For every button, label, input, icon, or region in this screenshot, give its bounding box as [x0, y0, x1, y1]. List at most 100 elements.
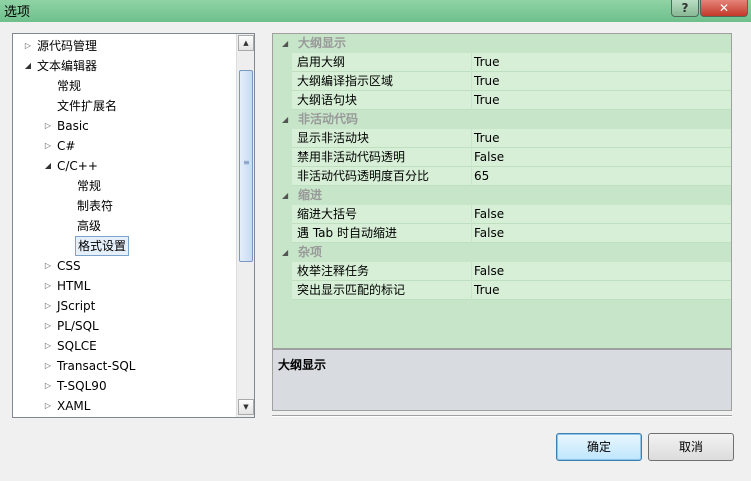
collapsed-arrow-icon[interactable]: ▷ — [43, 296, 53, 316]
collapsed-arrow-icon[interactable]: ▷ — [43, 316, 53, 336]
property-value[interactable]: True — [472, 281, 731, 300]
tree-node[interactable]: ▷ C# — [13, 136, 237, 156]
title-bar: 选项 ? ✕ — [0, 0, 751, 22]
separator — [272, 415, 732, 417]
close-button[interactable]: ✕ — [700, 0, 748, 17]
tree-node-label: Transact-SQL — [57, 359, 136, 373]
window-title: 选项 — [4, 5, 31, 20]
cancel-button[interactable]: 取消 — [648, 433, 734, 461]
tree-node[interactable]: ▷ CSS — [13, 256, 237, 276]
tree-node-label: 高级 — [77, 219, 102, 233]
scroll-down-button[interactable]: ▼ — [238, 399, 254, 415]
options-tree[interactable]: ▷ 源代码管理 ◢ 文本编辑器 常规 文件扩展名 ▷ Basic ▷ C# ◢ C/C++ 常规 制表符高… — [12, 33, 255, 418]
property-name: 枚举注释任务 — [292, 262, 471, 281]
property-row[interactable]: 启用大纲 True — [273, 53, 731, 72]
tree-node[interactable]: ◢ C/C++ — [13, 156, 237, 176]
property-name: 启用大纲 — [292, 53, 471, 72]
collapsed-arrow-icon[interactable]: ▷ — [43, 376, 53, 396]
description-panel: 大纲显示 — [272, 349, 732, 411]
tree-node-label: T-SQL90 — [57, 379, 107, 393]
help-icon: ? — [681, 1, 689, 15]
tree-node-label: HTML — [57, 279, 91, 293]
property-grid[interactable]: ◢ 大纲显示 启用大纲 True 大纲编译指示区域 True 大纲语句块 True ◢ 非活动代码… — [272, 33, 732, 349]
property-name: 禁用非活动代码透明 — [292, 148, 471, 167]
tree-node[interactable]: 制表符 — [13, 196, 237, 216]
tree-node-label: Basic — [57, 119, 89, 133]
grid-category[interactable]: ◢ 杂项 — [273, 243, 731, 262]
tree-node-label: 常规 — [57, 79, 82, 93]
collapsed-arrow-icon[interactable]: ▷ — [23, 36, 33, 56]
tree-node[interactable]: ▷ JScript — [13, 296, 237, 316]
property-value[interactable]: 65 — [472, 167, 731, 186]
tree-node-label: CSS — [57, 259, 81, 273]
tree-node-label: XAML — [57, 399, 91, 413]
property-row[interactable]: 显示非活动块 True — [273, 129, 731, 148]
category-label: 大纲显示 — [298, 36, 347, 50]
dialog-client: ▷ 源代码管理 ◢ 文本编辑器 常规 文件扩展名 ▷ Basic ▷ C# ◢ C/C++ 常规 制表符高… — [0, 22, 751, 481]
collapsed-arrow-icon[interactable]: ▷ — [43, 276, 53, 296]
property-row[interactable]: 禁用非活动代码透明 False — [273, 148, 731, 167]
tree-node[interactable]: ▷ 源代码管理 — [13, 36, 237, 56]
grid-category[interactable]: ◢ 大纲显示 — [273, 34, 731, 53]
tree-node[interactable]: 高级 — [13, 216, 237, 236]
tree-node[interactable]: 常规 — [13, 176, 237, 196]
property-row[interactable]: 大纲编译指示区域 True — [273, 72, 731, 91]
collapsed-arrow-icon[interactable]: ▷ — [43, 396, 53, 416]
property-row[interactable]: 大纲语句块 True — [273, 91, 731, 110]
tree-node[interactable]: ▷ HTML — [13, 276, 237, 296]
ok-button[interactable]: 确定 — [556, 433, 642, 461]
category-label: 非活动代码 — [298, 112, 359, 126]
collapsed-arrow-icon[interactable]: ▷ — [43, 136, 53, 156]
expanded-arrow-icon[interactable]: ◢ — [43, 156, 53, 176]
collapsed-arrow-icon[interactable]: ▷ — [43, 116, 53, 136]
scroll-down-icon: ▼ — [243, 403, 249, 411]
grid-category[interactable]: ◢ 非活动代码 — [273, 110, 731, 129]
collapsed-arrow-icon[interactable]: ▷ — [43, 256, 53, 276]
property-row[interactable]: 非活动代码透明度百分比 65 — [273, 167, 731, 186]
expanded-arrow-icon[interactable]: ◢ — [282, 34, 288, 53]
expanded-arrow-icon[interactable]: ◢ — [282, 110, 288, 129]
property-value[interactable]: False — [472, 262, 731, 281]
expanded-arrow-icon[interactable]: ◢ — [23, 56, 33, 76]
tree-node-label: 文件扩展名 — [57, 99, 118, 113]
tree-node[interactable]: ▷ Basic — [13, 116, 237, 136]
tree-node[interactable]: 格式设置 — [13, 236, 237, 256]
tree-node-label: 文本编辑器 — [37, 59, 98, 73]
property-row[interactable]: 遇 Tab 时自动缩进 False — [273, 224, 731, 243]
tree-node-label: 格式设置 — [75, 236, 130, 256]
expanded-arrow-icon[interactable]: ◢ — [282, 186, 288, 205]
tree-node[interactable]: 文件扩展名 — [13, 96, 237, 116]
collapsed-arrow-icon[interactable]: ▷ — [43, 336, 53, 356]
property-value[interactable]: True — [472, 53, 731, 72]
tree-node-label: C# — [57, 139, 76, 153]
grid-category[interactable]: ◢ 缩进 — [273, 186, 731, 205]
property-value[interactable]: True — [472, 72, 731, 91]
scroll-up-icon: ▲ — [243, 39, 249, 47]
tree-node[interactable]: ▷ PL/SQL — [13, 316, 237, 336]
tree-scrollbar[interactable]: ▲ ≡ ▼ — [236, 34, 254, 417]
tree-node-label: 源代码管理 — [37, 39, 98, 53]
tree-node[interactable]: 常规 — [13, 76, 237, 96]
property-name: 遇 Tab 时自动缩进 — [292, 224, 471, 243]
tree-node[interactable]: ▷ Transact-SQL — [13, 356, 237, 376]
property-value[interactable]: False — [472, 148, 731, 167]
expanded-arrow-icon[interactable]: ◢ — [282, 243, 288, 262]
scroll-thumb[interactable]: ≡ — [239, 70, 253, 262]
scroll-up-button[interactable]: ▲ — [238, 35, 254, 51]
tree-node[interactable]: ▷ XAML — [13, 396, 237, 416]
property-row[interactable]: 枚举注释任务 False — [273, 262, 731, 281]
tree-node[interactable]: ▷ SQLCE — [13, 336, 237, 356]
property-name: 大纲语句块 — [292, 91, 471, 110]
property-value[interactable]: True — [472, 91, 731, 110]
category-label: 缩进 — [298, 188, 323, 202]
property-value[interactable]: True — [472, 129, 731, 148]
collapsed-arrow-icon[interactable]: ▷ — [43, 356, 53, 376]
property-value[interactable]: False — [472, 224, 731, 243]
tree-node[interactable]: ◢ 文本编辑器 — [13, 56, 237, 76]
property-row[interactable]: 突出显示匹配的标记 True — [273, 281, 731, 300]
property-name: 显示非活动块 — [292, 129, 471, 148]
help-button[interactable]: ? — [671, 0, 699, 17]
tree-node[interactable]: ▷ T-SQL90 — [13, 376, 237, 396]
property-row[interactable]: 缩进大括号 False — [273, 205, 731, 224]
property-value[interactable]: False — [472, 205, 731, 224]
